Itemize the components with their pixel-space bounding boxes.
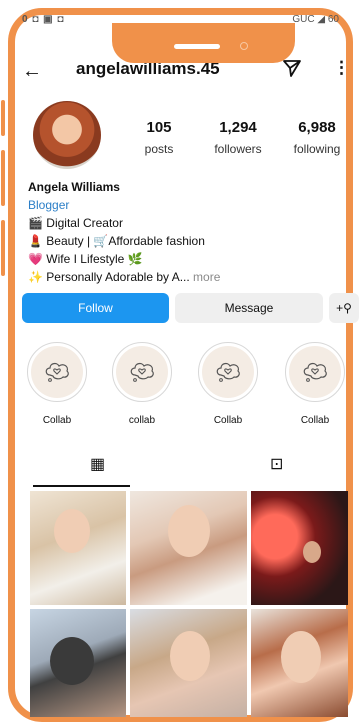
speaker <box>174 44 220 49</box>
phone-notch <box>112 23 295 63</box>
stat-label: followers <box>214 142 262 156</box>
highlight-ring <box>198 342 258 402</box>
grid-photo[interactable] <box>251 491 348 605</box>
highlight-cover <box>116 346 168 398</box>
avatar[interactable] <box>33 101 101 169</box>
stat-posts[interactable]: 105 posts <box>124 119 194 156</box>
message-button[interactable]: Message <box>175 293 323 323</box>
grid-photo[interactable] <box>130 491 247 605</box>
stat-label: following <box>293 142 341 156</box>
bio-more-link[interactable]: more <box>193 270 220 284</box>
side-button <box>1 220 5 276</box>
stat-label: posts <box>144 142 174 156</box>
highlight-item[interactable]: Collab <box>284 342 346 426</box>
more-options-icon[interactable]: ⋮ <box>333 58 350 78</box>
stat-following[interactable]: 6,988 following <box>282 119 352 156</box>
thought-heart-icon <box>130 362 154 382</box>
send-icon[interactable] <box>282 58 302 78</box>
suggested-people-button[interactable]: +⚲ <box>329 293 359 323</box>
grid-photo[interactable] <box>251 609 348 717</box>
highlight-label: Collab <box>42 415 72 426</box>
highlight-cover <box>31 346 83 398</box>
status-right: GUC ◢ 60 <box>292 14 339 25</box>
grid-photo[interactable] <box>130 609 247 717</box>
display-name: Angela Williams <box>28 180 120 194</box>
category-link[interactable]: Blogger <box>28 196 220 214</box>
highlight-label: collab <box>128 415 156 426</box>
bio-line: 🎬 Digital Creator <box>28 216 123 230</box>
bio: Angela Williams Blogger 🎬 Digital Creato… <box>28 178 220 286</box>
highlight-ring <box>285 342 345 402</box>
follow-button[interactable]: Follow <box>22 293 169 323</box>
thought-heart-icon <box>303 362 327 382</box>
highlight-cover <box>289 346 341 398</box>
bio-line: 💄 Beauty | 🛒Affordable fashion <box>28 234 205 248</box>
active-tab-indicator <box>33 485 130 487</box>
tagged-tab-icon[interactable]: ⊡ <box>270 454 283 474</box>
highlight-item[interactable]: collab <box>111 342 173 426</box>
grid-photo[interactable] <box>30 491 126 605</box>
stat-value: 1,294 <box>219 119 257 136</box>
highlight-ring <box>27 342 87 402</box>
camera <box>240 42 248 50</box>
thought-heart-icon <box>45 362 69 382</box>
stat-followers[interactable]: 1,294 followers <box>203 119 273 156</box>
grid-tab-icon[interactable]: ▦ <box>90 454 105 474</box>
grid-photo[interactable] <box>30 609 126 717</box>
highlight-label: Collab <box>213 415 243 426</box>
status-left: 0 ◘ ▣ ◘ <box>22 14 65 25</box>
highlight-label: Collab <box>300 415 330 426</box>
highlight-cover <box>202 346 254 398</box>
highlight-item[interactable]: Collab <box>26 342 88 426</box>
highlight-ring <box>112 342 172 402</box>
stat-value: 6,988 <box>298 119 336 136</box>
bio-line: ✨ Personally Adorable by A... <box>28 270 190 284</box>
thought-heart-icon <box>216 362 240 382</box>
side-button <box>1 100 5 136</box>
bio-line: 💗 Wife I Lifestyle 🌿 <box>28 252 143 266</box>
side-button <box>1 150 5 206</box>
stat-value: 105 <box>146 119 172 136</box>
highlight-item[interactable]: Collab <box>197 342 259 426</box>
back-arrow-icon[interactable]: ← <box>22 60 42 83</box>
